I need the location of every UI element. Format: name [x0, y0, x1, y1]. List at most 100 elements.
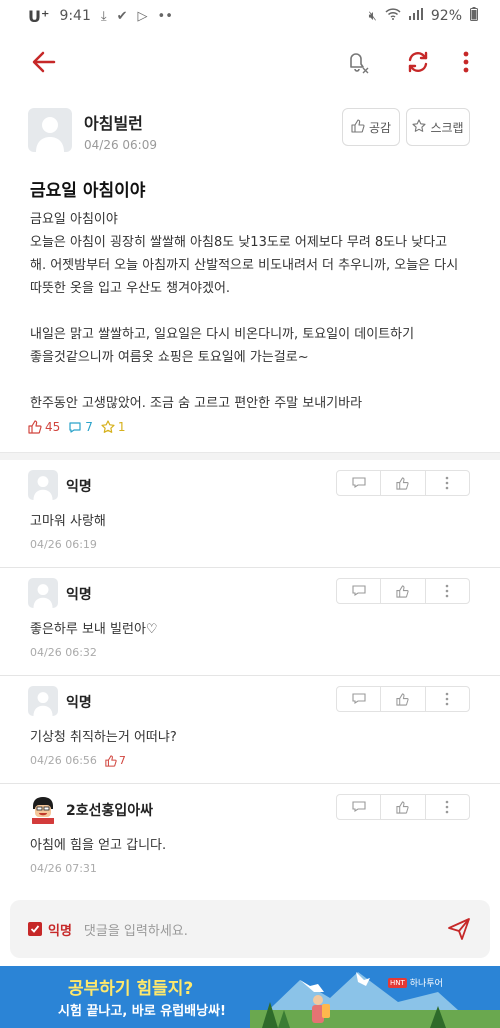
comment-count-icon — [69, 422, 81, 433]
comment-like-button[interactable] — [381, 687, 426, 711]
more-vertical-icon — [446, 584, 449, 598]
comment-like-button[interactable] — [381, 579, 426, 603]
carrier-label: U⁺ — [28, 6, 50, 26]
comment-like-button[interactable] — [381, 471, 426, 495]
scrap-count-value: 1 — [117, 420, 126, 434]
comment-more-button[interactable] — [426, 579, 469, 603]
reply-icon — [352, 801, 366, 813]
comment-item: 익명 기상청 취직하는거 어떠냐? 04/26 06:56 7 — [0, 676, 500, 784]
thumbs-up-icon — [396, 584, 410, 598]
back-arrow-icon[interactable] — [30, 48, 58, 76]
thumbs-up-icon — [396, 800, 410, 814]
mute-icon: 🔇︎ — [368, 8, 377, 24]
thumbs-up-icon — [105, 754, 117, 767]
comment-meta: 04/26 06:56 7 — [30, 754, 126, 767]
scrap-button-label: 스크랩 — [430, 120, 464, 135]
comment-vote-count: 7 — [105, 754, 126, 767]
reply-icon — [352, 693, 366, 705]
ad-brand-tag: HNT — [388, 977, 407, 988]
more-vertical-icon[interactable] — [456, 48, 476, 76]
post-date: 04/26 06:09 — [84, 138, 157, 152]
comment-meta: 04/26 06:32 — [30, 646, 97, 659]
post-title: 금요일 아침이야 — [30, 181, 146, 201]
ad-banner[interactable]: 공부하기 힘들지? 시험 끝나고, 바로 유럽배낭싸! HNT 하나투어 — [0, 966, 500, 1028]
comment-input-bar: 익명 댓글을 입력하세요. — [10, 900, 490, 958]
thumbs-up-icon — [396, 692, 410, 706]
anonymous-label[interactable]: 익명 — [48, 920, 72, 939]
check-icon — [30, 925, 40, 933]
more-vertical-icon — [446, 476, 449, 490]
comment-item: 2호선홍입아싸 아침에 힘을 얻고 갑니다. 04/26 07:31 — [0, 784, 500, 892]
comment-like-button[interactable] — [381, 795, 426, 819]
comment-author: 2호선홍입아싸 — [66, 803, 154, 819]
like-button[interactable]: 공감 — [342, 108, 400, 146]
like-count-value: 45 — [45, 420, 61, 434]
comment-avatar — [28, 578, 58, 608]
comment-date: 04/26 06:19 — [30, 538, 97, 551]
signal-icon — [408, 8, 423, 24]
comment-more-button[interactable] — [426, 687, 469, 711]
star-icon — [412, 118, 426, 136]
comment-avatar — [28, 470, 58, 500]
ad-brand-name: 하나투어 — [409, 979, 443, 989]
more-vertical-icon — [446, 800, 449, 814]
section-divider — [0, 452, 500, 460]
author-avatar[interactable] — [28, 108, 72, 152]
like-count-icon — [28, 420, 42, 434]
reply-button[interactable] — [337, 579, 382, 603]
app-bar — [0, 34, 500, 90]
comment-count-value: 7 — [85, 420, 93, 434]
comment-input-field[interactable]: 댓글을 입력하세요. — [84, 920, 446, 939]
ad-subline: 시험 끝나고, 바로 유럽배낭싸! — [58, 1004, 226, 1019]
reply-button[interactable] — [337, 687, 382, 711]
more-vertical-icon — [446, 692, 449, 706]
comment-actions — [336, 686, 470, 712]
comment-avatar — [28, 686, 58, 716]
post-stats: 45 7 1 — [28, 420, 126, 434]
comment-date: 04/26 06:32 — [30, 646, 97, 659]
comment-text: 아침에 힘을 얻고 갑니다. — [30, 838, 167, 853]
comment-actions — [336, 794, 470, 820]
scrap-button[interactable]: 스크랩 — [406, 108, 470, 146]
comment-author: 익명 — [66, 587, 92, 603]
comment-author: 익명 — [66, 479, 92, 495]
notification-icon: ✔ — [116, 8, 128, 24]
comment-actions — [336, 578, 470, 604]
comment-author: 익명 — [66, 695, 92, 711]
comment-more-button[interactable] — [426, 795, 469, 819]
wifi-icon — [385, 8, 401, 24]
comment-text: 고마워 사랑해 — [30, 514, 106, 529]
notification-off-bell-icon[interactable] — [344, 48, 372, 76]
send-icon[interactable] — [446, 916, 472, 942]
reply-button[interactable] — [337, 795, 382, 819]
battery-icon — [470, 7, 478, 25]
comment-item: 익명 고마워 사랑해 04/26 06:19 — [0, 460, 500, 568]
status-bar: U⁺ 9:41 ⤓ ✔ ▷ •• 🔇︎ 92% — [0, 0, 500, 32]
thumbs-up-icon — [351, 118, 365, 136]
comment-date: 04/26 06:56 — [30, 754, 97, 767]
thumbs-up-icon — [396, 476, 410, 490]
comment-item: 익명 좋은하루 보내 빌런아♡ 04/26 06:32 — [0, 568, 500, 676]
post-body: 금요일 아침이야 오늘은 아침이 굉장히 쌀쌀해 아침8도 낮13도로 어제보다… — [30, 212, 459, 411]
play-icon: ▷ — [137, 8, 148, 24]
scrap-count-icon — [101, 420, 115, 433]
more-dots-icon: •• — [157, 8, 173, 24]
comment-count: 7 — [68, 420, 93, 434]
post-author[interactable]: 아침빌런 — [84, 110, 143, 134]
reply-button[interactable] — [337, 471, 382, 495]
anonymous-checkbox[interactable] — [28, 922, 42, 936]
comment-text: 좋은하루 보내 빌런아♡ — [30, 622, 158, 637]
download-icon: ⤓ — [100, 8, 107, 24]
comment-vote-value: 7 — [118, 754, 126, 767]
refresh-icon[interactable] — [404, 48, 432, 76]
comment-date: 04/26 07:31 — [30, 862, 97, 875]
status-time: 9:41 — [59, 8, 91, 24]
comment-meta: 04/26 07:31 — [30, 862, 97, 875]
scrap-count: 1 — [101, 420, 126, 434]
like-count: 45 — [28, 420, 60, 434]
like-button-label: 공감 — [368, 120, 392, 135]
comment-meta: 04/26 06:19 — [30, 538, 97, 551]
comment-actions — [336, 470, 470, 496]
reply-icon — [352, 477, 366, 489]
comment-more-button[interactable] — [426, 471, 469, 495]
